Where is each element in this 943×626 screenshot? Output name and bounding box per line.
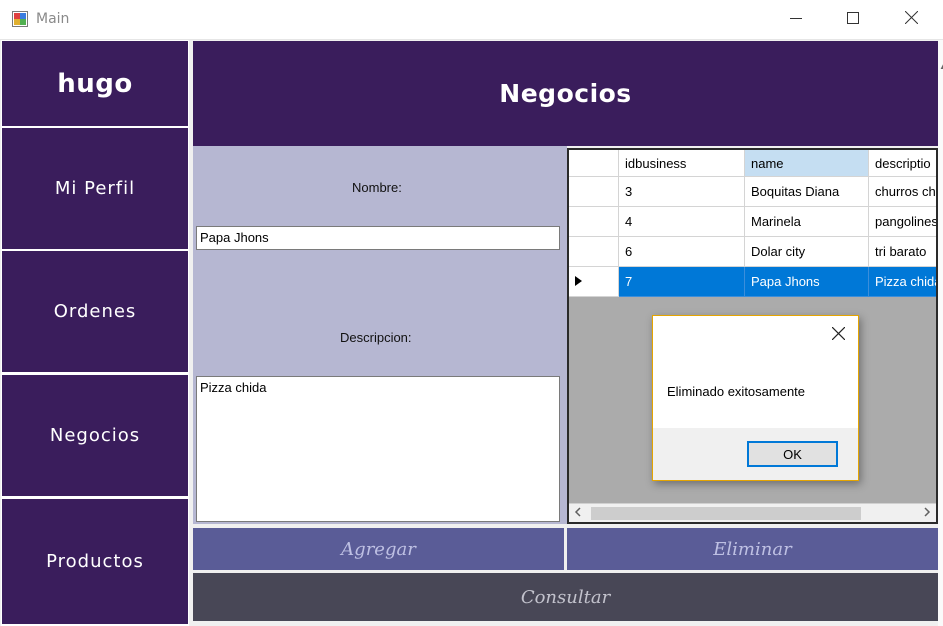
window-right-edge [938, 40, 943, 626]
minimize-button[interactable] [773, 0, 819, 40]
column-header-name[interactable]: name [745, 150, 869, 177]
cell-description[interactable]: Pizza chida [869, 267, 936, 297]
sidebar-item-mi-perfil[interactable]: Mi Perfil [2, 128, 188, 249]
chevron-right-icon [923, 506, 931, 520]
maximize-button[interactable] [830, 0, 876, 40]
maximize-icon [847, 11, 859, 29]
cell-idbusiness[interactable]: 4 [619, 207, 745, 237]
close-icon [904, 10, 918, 29]
cell-name[interactable]: Marinela [745, 207, 869, 237]
cell-description[interactable]: tri barato [869, 237, 936, 267]
scroll-left-arrow[interactable] [569, 504, 587, 522]
agregar-button[interactable]: Agregar [193, 528, 564, 570]
descripcion-label: Descripcion: [340, 330, 412, 345]
cell-idbusiness[interactable]: 7 [619, 267, 745, 297]
cell-description[interactable]: pangolines [869, 207, 936, 237]
scroll-right-arrow[interactable] [918, 504, 936, 522]
sidebar: hugo Mi Perfil Ordenes Negocios Producto… [1, 40, 189, 626]
consultar-button[interactable]: Consultar [193, 573, 938, 621]
row-header[interactable] [569, 207, 619, 237]
row-header[interactable] [569, 177, 619, 207]
row-header[interactable] [569, 237, 619, 267]
row-pointer-icon [575, 274, 583, 289]
cell-idbusiness[interactable]: 3 [619, 177, 745, 207]
eliminar-button[interactable]: Eliminar [567, 528, 938, 570]
grid-header-row: idbusiness name descriptio [569, 150, 936, 177]
nombre-input[interactable]: Papa Jhons [196, 226, 560, 250]
column-header-idbusiness[interactable]: idbusiness [619, 150, 745, 177]
cell-idbusiness[interactable]: 6 [619, 237, 745, 267]
dialog-close-button[interactable] [826, 324, 850, 348]
minimize-icon [790, 11, 802, 29]
form-panel: Nombre: Papa Jhons Descripcion: Pizza ch… [193, 146, 567, 524]
title-bar: Main [0, 0, 943, 40]
dialog-footer: OK [653, 428, 858, 480]
scrollbar-thumb[interactable] [591, 507, 861, 520]
table-row[interactable]: 4 Marinela pangolines [569, 207, 936, 237]
close-icon [831, 326, 845, 345]
cell-name[interactable]: Dolar city [745, 237, 869, 267]
descripcion-textarea[interactable]: Pizza chida [196, 376, 560, 522]
chevron-left-icon [574, 506, 582, 520]
table-row[interactable]: 3 Boquitas Diana churros ch [569, 177, 936, 207]
row-header[interactable] [569, 267, 619, 297]
sidebar-item-negocios[interactable]: Negocios [2, 375, 188, 496]
horizontal-scrollbar[interactable] [569, 503, 936, 522]
table-row-selected[interactable]: 7 Papa Jhons Pizza chida [569, 267, 936, 297]
cell-name[interactable]: Boquitas Diana [745, 177, 869, 207]
table-row[interactable]: 6 Dolar city tri barato [569, 237, 936, 267]
page-header: Negocios [193, 41, 938, 146]
message-dialog: Eliminado exitosamente OK [652, 315, 859, 481]
user-name: hugo [2, 41, 188, 126]
page-title: Negocios [499, 79, 632, 108]
nombre-label: Nombre: [352, 180, 402, 195]
app-icon [12, 11, 28, 27]
sidebar-item-ordenes[interactable]: Ordenes [2, 251, 188, 372]
cell-name[interactable]: Papa Jhons [745, 267, 869, 297]
window-title: Main [36, 11, 70, 27]
column-header-description[interactable]: descriptio [869, 150, 936, 177]
cell-description[interactable]: churros ch [869, 177, 936, 207]
sidebar-item-productos[interactable]: Productos [2, 499, 188, 624]
dialog-message: Eliminado exitosamente [667, 384, 806, 399]
close-window-button[interactable] [888, 0, 934, 40]
grid-corner-header[interactable] [569, 150, 619, 177]
caret-up-icon: ▲ [939, 62, 943, 71]
ok-button[interactable]: OK [747, 441, 838, 467]
